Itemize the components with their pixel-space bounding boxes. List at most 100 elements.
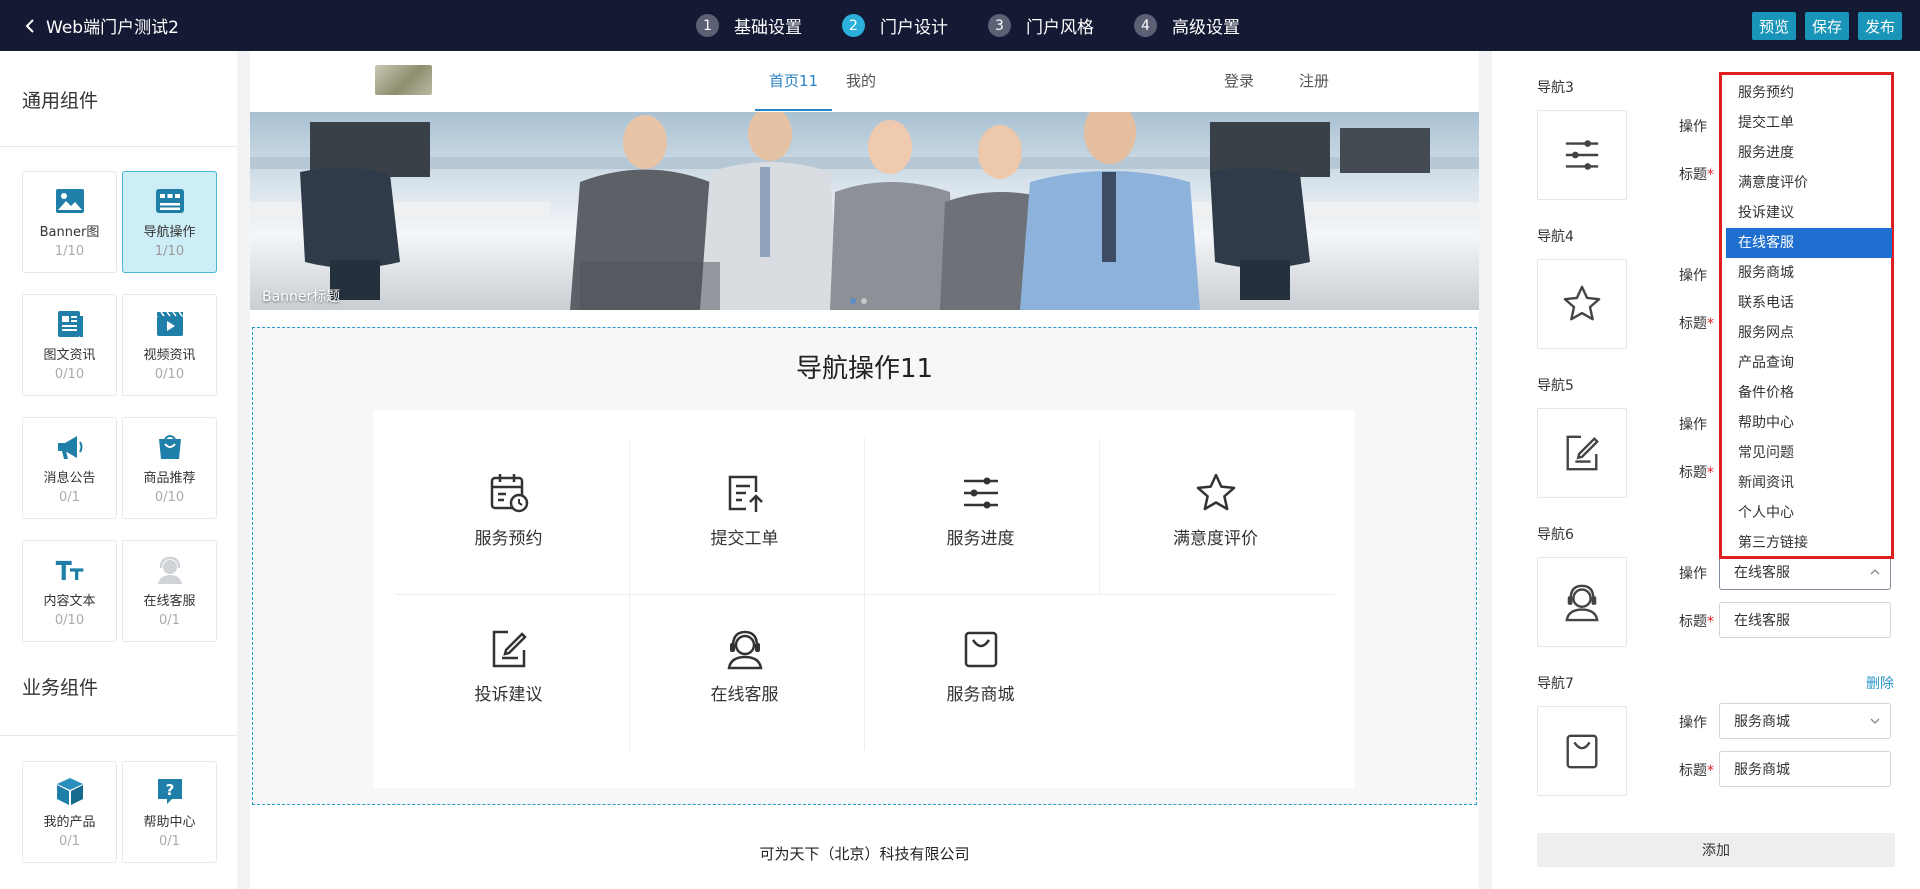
dropdown-option[interactable]: 满意度评价: [1726, 168, 1892, 198]
nav-config-label: 导航7: [1537, 676, 1574, 692]
nav-item-service-booking[interactable]: 服务预约: [391, 438, 626, 594]
component-content-text[interactable]: 内容文本 0/10: [22, 540, 117, 642]
nav-icon: [155, 186, 185, 216]
portal-logo[interactable]: [375, 65, 432, 95]
dropdown-option-selected[interactable]: 在线客服: [1726, 228, 1892, 258]
component-name: 在线客服: [143, 594, 196, 609]
component-count: 0/10: [154, 490, 185, 505]
nav-icon-picker[interactable]: [1537, 110, 1627, 200]
carousel-dots[interactable]: [850, 298, 867, 304]
required-mark: *: [1707, 614, 1714, 630]
nav-item-submit-ticket[interactable]: 提交工单: [627, 438, 862, 594]
nav-item-complaint[interactable]: 投诉建议: [391, 594, 626, 750]
step-basic-settings[interactable]: 1 基础设置: [696, 13, 802, 38]
login-link[interactable]: 登录: [1224, 70, 1254, 91]
nav-item-label: 提交工单: [710, 529, 779, 549]
required-mark: *: [1707, 167, 1714, 183]
sliders-icon: [1565, 140, 1599, 170]
component-video[interactable]: 视频资讯 0/10: [122, 294, 217, 396]
operation-dropdown: 服务预约 提交工单 服务进度 满意度评价 投诉建议 在线客服 服务商城 联系电话…: [1719, 72, 1894, 559]
component-product-recommend[interactable]: 商品推荐 0/10: [122, 417, 217, 519]
dropdown-options: 服务预约 提交工单 服务进度 满意度评价 投诉建议 在线客服 服务商城 联系电话…: [1726, 78, 1892, 558]
dropdown-option[interactable]: 提交工单: [1726, 108, 1892, 138]
back-button[interactable]: Web端门户测试2: [24, 0, 179, 51]
banner[interactable]: Banner标题: [250, 112, 1479, 310]
component-name: 消息公告: [43, 471, 96, 486]
component-nav-operation[interactable]: 导航操作 1/10: [122, 171, 217, 273]
component-article[interactable]: 图文资讯 0/10: [22, 294, 117, 396]
title-label: 标题*: [1679, 313, 1714, 333]
dropdown-option[interactable]: 帮助中心: [1726, 408, 1892, 438]
dropdown-option[interactable]: 服务商城: [1726, 258, 1892, 288]
carousel-dot[interactable]: [850, 298, 856, 304]
dropdown-option[interactable]: 产品查询: [1726, 348, 1892, 378]
component-announcement[interactable]: 消息公告 0/1: [22, 417, 117, 519]
nav-link-mine[interactable]: 我的: [846, 70, 876, 91]
title-input-value: 在线客服: [1734, 613, 1790, 629]
nav-item-service-mall[interactable]: 服务商城: [863, 594, 1098, 750]
nav-config-label: 导航5: [1537, 378, 1574, 394]
component-name: 图文资讯: [43, 348, 96, 363]
dropdown-option[interactable]: 个人中心: [1726, 498, 1892, 528]
calendar-clock-icon: [490, 474, 528, 513]
nav-item-service-progress[interactable]: 服务进度: [863, 438, 1098, 594]
operation-select[interactable]: 在线客服: [1719, 554, 1891, 590]
dropdown-option[interactable]: 服务网点: [1726, 318, 1892, 348]
publish-button[interactable]: 发布: [1857, 12, 1902, 40]
dropdown-option[interactable]: 服务进度: [1726, 138, 1892, 168]
title-label: 标题*: [1679, 760, 1714, 780]
star-icon: [1196, 473, 1235, 511]
step-label: 门户风格: [1026, 18, 1094, 38]
banner-title: Banner标题: [262, 289, 341, 305]
title-input-value: 服务商城: [1734, 762, 1790, 778]
chevron-left-icon: [25, 18, 34, 33]
dropdown-option[interactable]: 联系电话: [1726, 288, 1892, 318]
component-online-service[interactable]: 在线客服 0/1: [122, 540, 217, 642]
nav-icon-picker[interactable]: [1537, 706, 1627, 796]
nav-operation-section[interactable]: 导航操作11 服务预约 提交工单 服务进度 满意度评价 投诉建议 在线客服 服务…: [252, 327, 1477, 805]
dropdown-option[interactable]: 备件价格: [1726, 378, 1892, 408]
dropdown-option[interactable]: 新闻资讯: [1726, 468, 1892, 498]
step-number: 3: [988, 14, 1011, 37]
nav-icon-picker[interactable]: [1537, 259, 1627, 349]
add-nav-button[interactable]: 添加: [1537, 833, 1895, 867]
nav-item-satisfaction[interactable]: 满意度评价: [1098, 438, 1333, 594]
delete-nav-link[interactable]: 删除: [1866, 673, 1894, 693]
dropdown-option[interactable]: 投诉建议: [1726, 198, 1892, 228]
carousel-dot[interactable]: [861, 298, 867, 304]
title-label-text: 标题: [1679, 763, 1707, 779]
operation-label: 操作: [1679, 268, 1707, 284]
nav-link-home[interactable]: 首页11: [769, 70, 818, 91]
nav-icon-picker[interactable]: [1537, 408, 1627, 498]
save-button[interactable]: 保存: [1804, 12, 1849, 40]
component-count: 0/10: [54, 367, 85, 382]
help-icon: ?: [155, 776, 185, 806]
nav-card: 服务预约 提交工单 服务进度 满意度评价 投诉建议 在线客服 服务商城: [373, 410, 1355, 788]
dropdown-option[interactable]: 第三方链接: [1726, 528, 1892, 558]
component-help-center[interactable]: ? 帮助中心 0/1: [122, 761, 217, 863]
sliders-icon: [963, 477, 998, 509]
title-label-text: 标题: [1679, 465, 1707, 481]
component-my-product[interactable]: 我的产品 0/1: [22, 761, 117, 863]
title-input[interactable]: 服务商城: [1719, 751, 1891, 787]
title-input[interactable]: 在线客服: [1719, 602, 1891, 638]
dropdown-option[interactable]: 服务预约: [1726, 78, 1892, 108]
nav-icon-picker[interactable]: [1537, 557, 1627, 647]
step-portal-style[interactable]: 3 门户风格: [988, 13, 1094, 38]
component-panel: 通用组件 Banner图 1/10 导航操作 1/10 图文资讯 0/10 视频…: [0, 51, 237, 889]
component-banner[interactable]: Banner图 1/10: [22, 171, 117, 273]
step-portal-design[interactable]: 2 门户设计: [842, 13, 948, 38]
preview-button[interactable]: 预览: [1751, 12, 1796, 40]
step-advanced-settings[interactable]: 4 高级设置: [1134, 13, 1240, 38]
nav-item-label: 服务商城: [946, 685, 1015, 705]
top-bar: Web端门户测试2 1 基础设置 2 门户设计 3 门户风格 4 高级设置 预览 保存 …: [0, 0, 1920, 51]
customer-service-icon: [1565, 584, 1599, 622]
operation-select[interactable]: 服务商城: [1719, 703, 1891, 739]
component-count: 0/10: [54, 613, 85, 628]
required-mark: *: [1707, 763, 1714, 779]
register-link[interactable]: 注册: [1299, 70, 1329, 91]
text-icon: [55, 555, 85, 585]
nav-item-online-service[interactable]: 在线客服: [627, 594, 862, 750]
dropdown-option[interactable]: 常见问题: [1726, 438, 1892, 468]
operation-label: 操作: [1679, 417, 1707, 433]
